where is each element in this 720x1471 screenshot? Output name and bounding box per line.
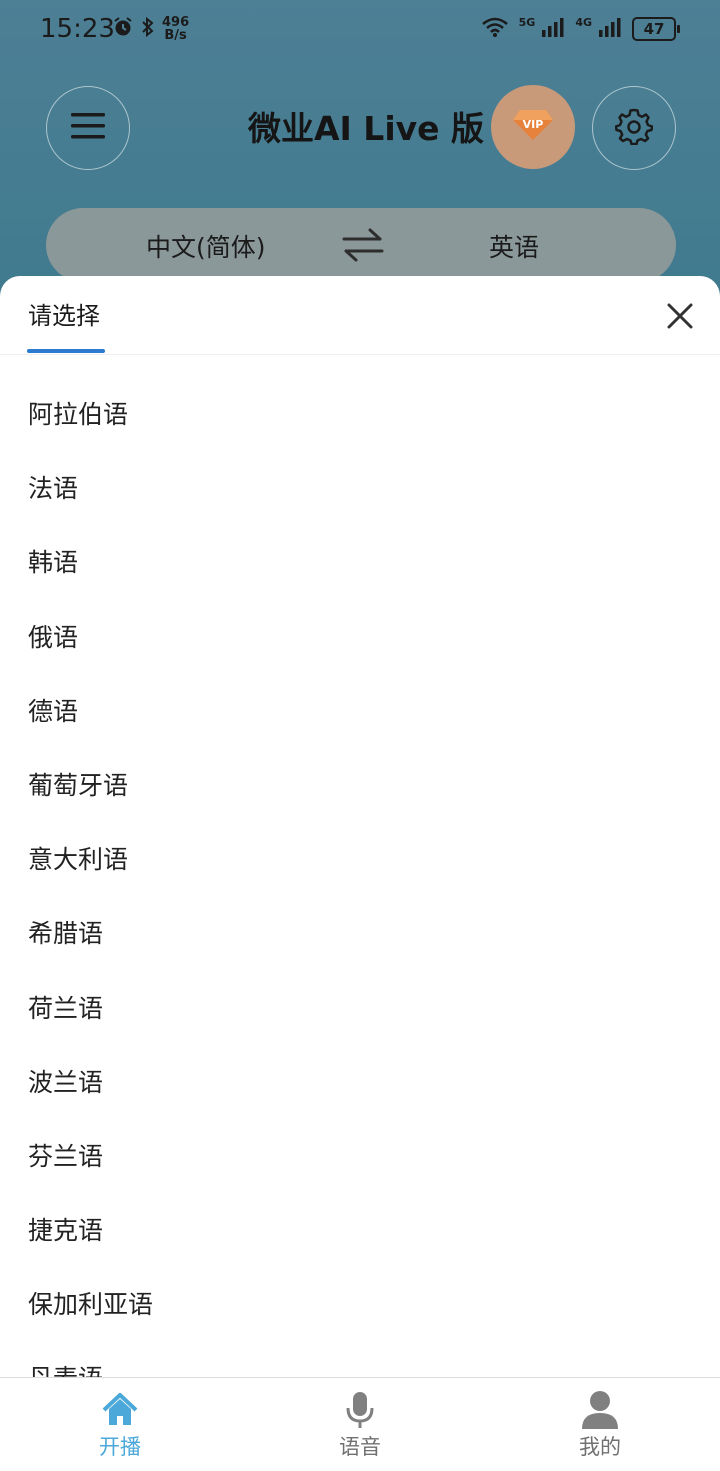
target-language[interactable]: 英语 [489, 228, 539, 264]
status-left-icons: 496 B/s [112, 16, 189, 42]
nav-voice-label: 语音 [339, 1435, 381, 1459]
vip-button[interactable]: VIP [491, 85, 575, 169]
language-option[interactable]: 荷兰语 [0, 972, 720, 1046]
tab-please-select[interactable]: 请选择 [28, 296, 100, 331]
nav-voice[interactable]: 语音 [300, 1378, 420, 1471]
alarm-icon [112, 16, 134, 42]
menu-button[interactable] [46, 86, 130, 170]
signal-4g-label: 4G [575, 16, 592, 29]
signal-4g-icon [598, 16, 622, 42]
language-option[interactable]: 阿拉伯语 [0, 378, 720, 452]
language-option[interactable]: 俄语 [0, 601, 720, 675]
home-icon [100, 1390, 140, 1430]
language-option[interactable]: 意大利语 [0, 823, 720, 897]
language-picker-sheet: 请选择 阿拉伯语 法语 韩语 俄语 德语 葡萄牙语 意大利语 希腊语 荷兰语 波兰语 芬兰语 捷克语保… [0, 276, 720, 1377]
language-list: 阿拉伯语 法语 韩语 俄语 德语 葡萄牙语 意大利语 希腊语 荷兰语 波兰语 芬兰语 捷克语 保加利亚语… [0, 378, 720, 1377]
bluetooth-icon [140, 16, 156, 42]
swap-arrows-icon[interactable] [342, 226, 384, 268]
nav-live[interactable]: 开播 [60, 1378, 180, 1471]
source-language[interactable]: 中文(简体) [146, 228, 266, 264]
svg-text:VIP: VIP [523, 118, 544, 131]
language-selector: 中文(简体) 英语 [46, 208, 676, 282]
battery-indicator: 47 [632, 17, 680, 41]
network-speed: 496 B/s [162, 15, 190, 43]
status-time: 15:23 [40, 14, 115, 44]
microphone-icon [340, 1390, 380, 1430]
settings-button[interactable] [592, 86, 676, 170]
signal-5g-label: 5G [518, 16, 536, 29]
language-option[interactable]: 捷克语 [0, 1194, 720, 1268]
wifi-icon [481, 16, 509, 42]
nav-live-label: 开播 [99, 1435, 141, 1459]
hamburger-icon [70, 111, 106, 145]
app-title: 微业AI Live 版 [248, 109, 485, 148]
language-option[interactable]: 保加利亚语 [0, 1268, 720, 1342]
bottom-navigation: 开播 语音 我的 [0, 1377, 720, 1471]
nav-mine[interactable]: 我的 [540, 1378, 660, 1471]
language-option[interactable]: 希腊语 [0, 897, 720, 971]
signal-5g-icon [541, 16, 565, 42]
language-option[interactable]: 芬兰语 [0, 1120, 720, 1194]
language-option[interactable]: 丹麦语 [0, 1342, 720, 1377]
person-icon [580, 1390, 620, 1430]
language-option[interactable]: 法语 [0, 452, 720, 526]
tab-indicator [27, 349, 105, 353]
vip-diamond-icon: VIP [511, 108, 555, 146]
language-option[interactable]: 波兰语 [0, 1046, 720, 1120]
language-option[interactable]: 葡萄牙语 [0, 749, 720, 823]
close-icon[interactable] [664, 300, 696, 332]
language-option[interactable]: 韩语 [0, 526, 720, 600]
gear-icon [614, 107, 654, 149]
nav-mine-label: 我的 [579, 1435, 621, 1459]
status-bar: 15:23 496 B/s 5G 4G 47 [0, 0, 720, 60]
language-option[interactable]: 德语 [0, 675, 720, 749]
sheet-header: 请选择 [0, 276, 720, 355]
status-right-icons: 5G 4G 47 [481, 16, 680, 42]
